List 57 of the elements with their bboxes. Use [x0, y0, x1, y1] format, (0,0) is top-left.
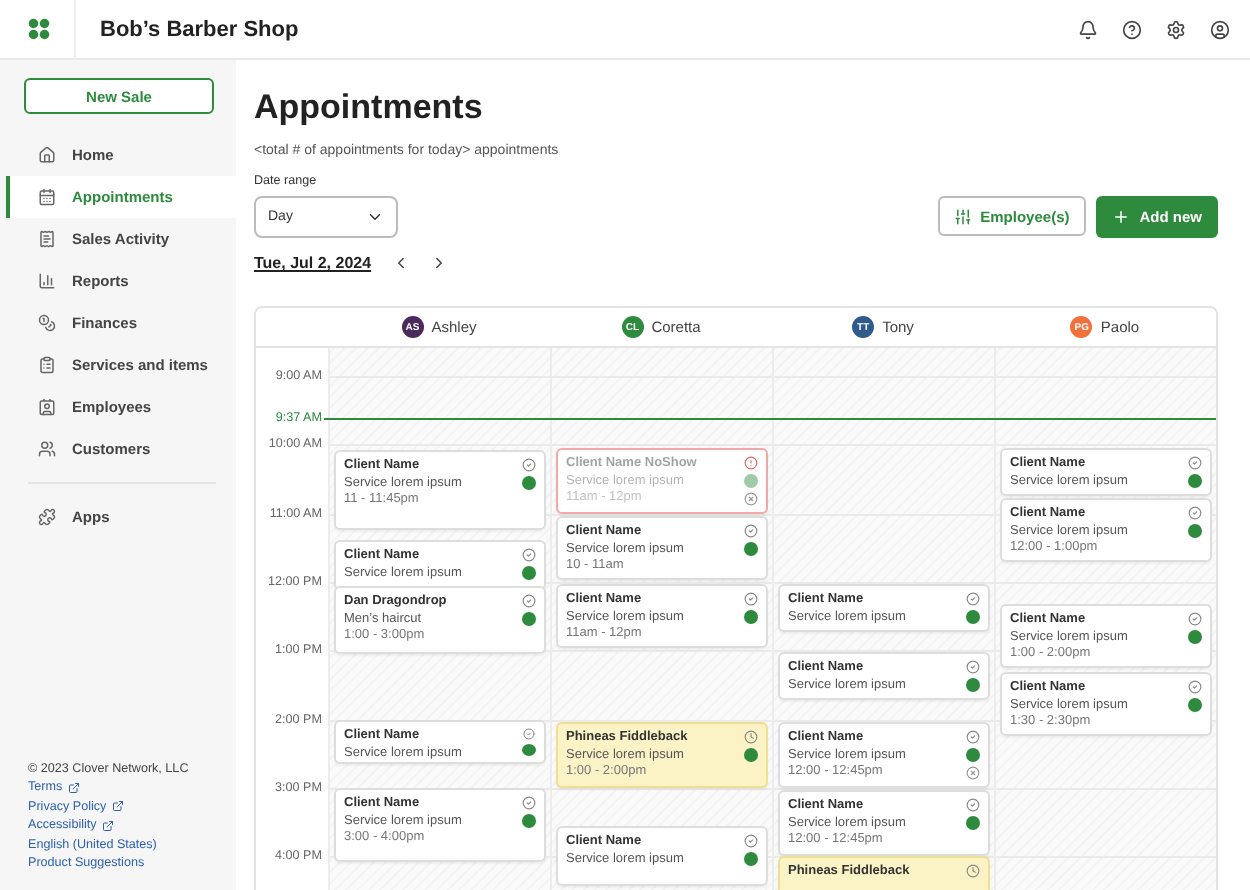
shop-title: Bob’s Barber Shop — [100, 17, 301, 41]
calendar-icon — [38, 188, 56, 206]
sliders-icon — [954, 207, 973, 225]
check-circle-icon — [522, 796, 536, 810]
employee-dot-icon — [966, 816, 980, 830]
employee-dot-icon — [966, 748, 980, 762]
employee-dot-icon — [1188, 698, 1202, 712]
check-circle-icon — [522, 594, 536, 608]
check-circle-icon — [522, 728, 536, 740]
employee-dot-icon — [744, 748, 758, 762]
employee-dot-icon — [966, 610, 980, 624]
id-card-icon — [38, 398, 56, 416]
check-circle-icon — [744, 834, 758, 848]
check-circle-icon — [1188, 680, 1202, 694]
coins-icon — [38, 314, 56, 332]
employee-dot-icon — [522, 612, 536, 626]
check-circle-icon — [522, 548, 536, 562]
alert-icon — [744, 456, 758, 470]
house-icon — [38, 146, 56, 164]
check-circle-icon — [744, 524, 758, 538]
people-icon — [38, 440, 56, 458]
page-title: Appointments — [254, 88, 485, 128]
employee-dot-icon — [522, 476, 536, 490]
employee-dot-icon — [744, 610, 758, 624]
help-icon[interactable] — [1122, 19, 1142, 39]
employee-dot-icon — [1188, 474, 1202, 488]
clock-icon — [744, 730, 758, 744]
employee-dot-icon — [744, 474, 758, 488]
chevron-down-icon — [366, 208, 384, 226]
check-circle-icon — [1188, 456, 1202, 470]
date-link[interactable]: Tue, Jul 2, 2024 — [254, 254, 372, 272]
notification-bell-icon[interactable] — [1078, 19, 1098, 39]
check-circle-icon — [1188, 506, 1202, 520]
account-icon[interactable] — [1210, 19, 1230, 39]
check-circle-icon — [1188, 612, 1202, 626]
employee-dot-icon — [744, 542, 758, 556]
check-circle-icon — [966, 730, 980, 744]
check-circle-icon — [522, 458, 536, 472]
puzzle-icon — [38, 508, 56, 526]
employee-dot-icon — [522, 566, 536, 580]
check-circle-icon — [966, 592, 980, 606]
clock-icon — [966, 864, 980, 878]
plus-icon — [1111, 208, 1130, 226]
clipboard-icon — [38, 356, 56, 374]
employee-dot-icon — [1188, 630, 1202, 644]
employee-dot-icon — [1188, 524, 1202, 538]
bar-chart-icon — [38, 272, 56, 290]
employee-dot-icon — [744, 852, 758, 866]
employee-dot-icon — [522, 744, 536, 756]
employee-dot-icon — [522, 814, 536, 828]
receipt-icon — [38, 230, 56, 248]
check-circle-icon — [966, 798, 980, 812]
check-circle-icon — [744, 592, 758, 606]
check-circle-icon — [966, 660, 980, 674]
clover-logo-icon — [28, 18, 50, 40]
settings-icon[interactable] — [1166, 19, 1186, 39]
employee-dot-icon — [966, 678, 980, 692]
